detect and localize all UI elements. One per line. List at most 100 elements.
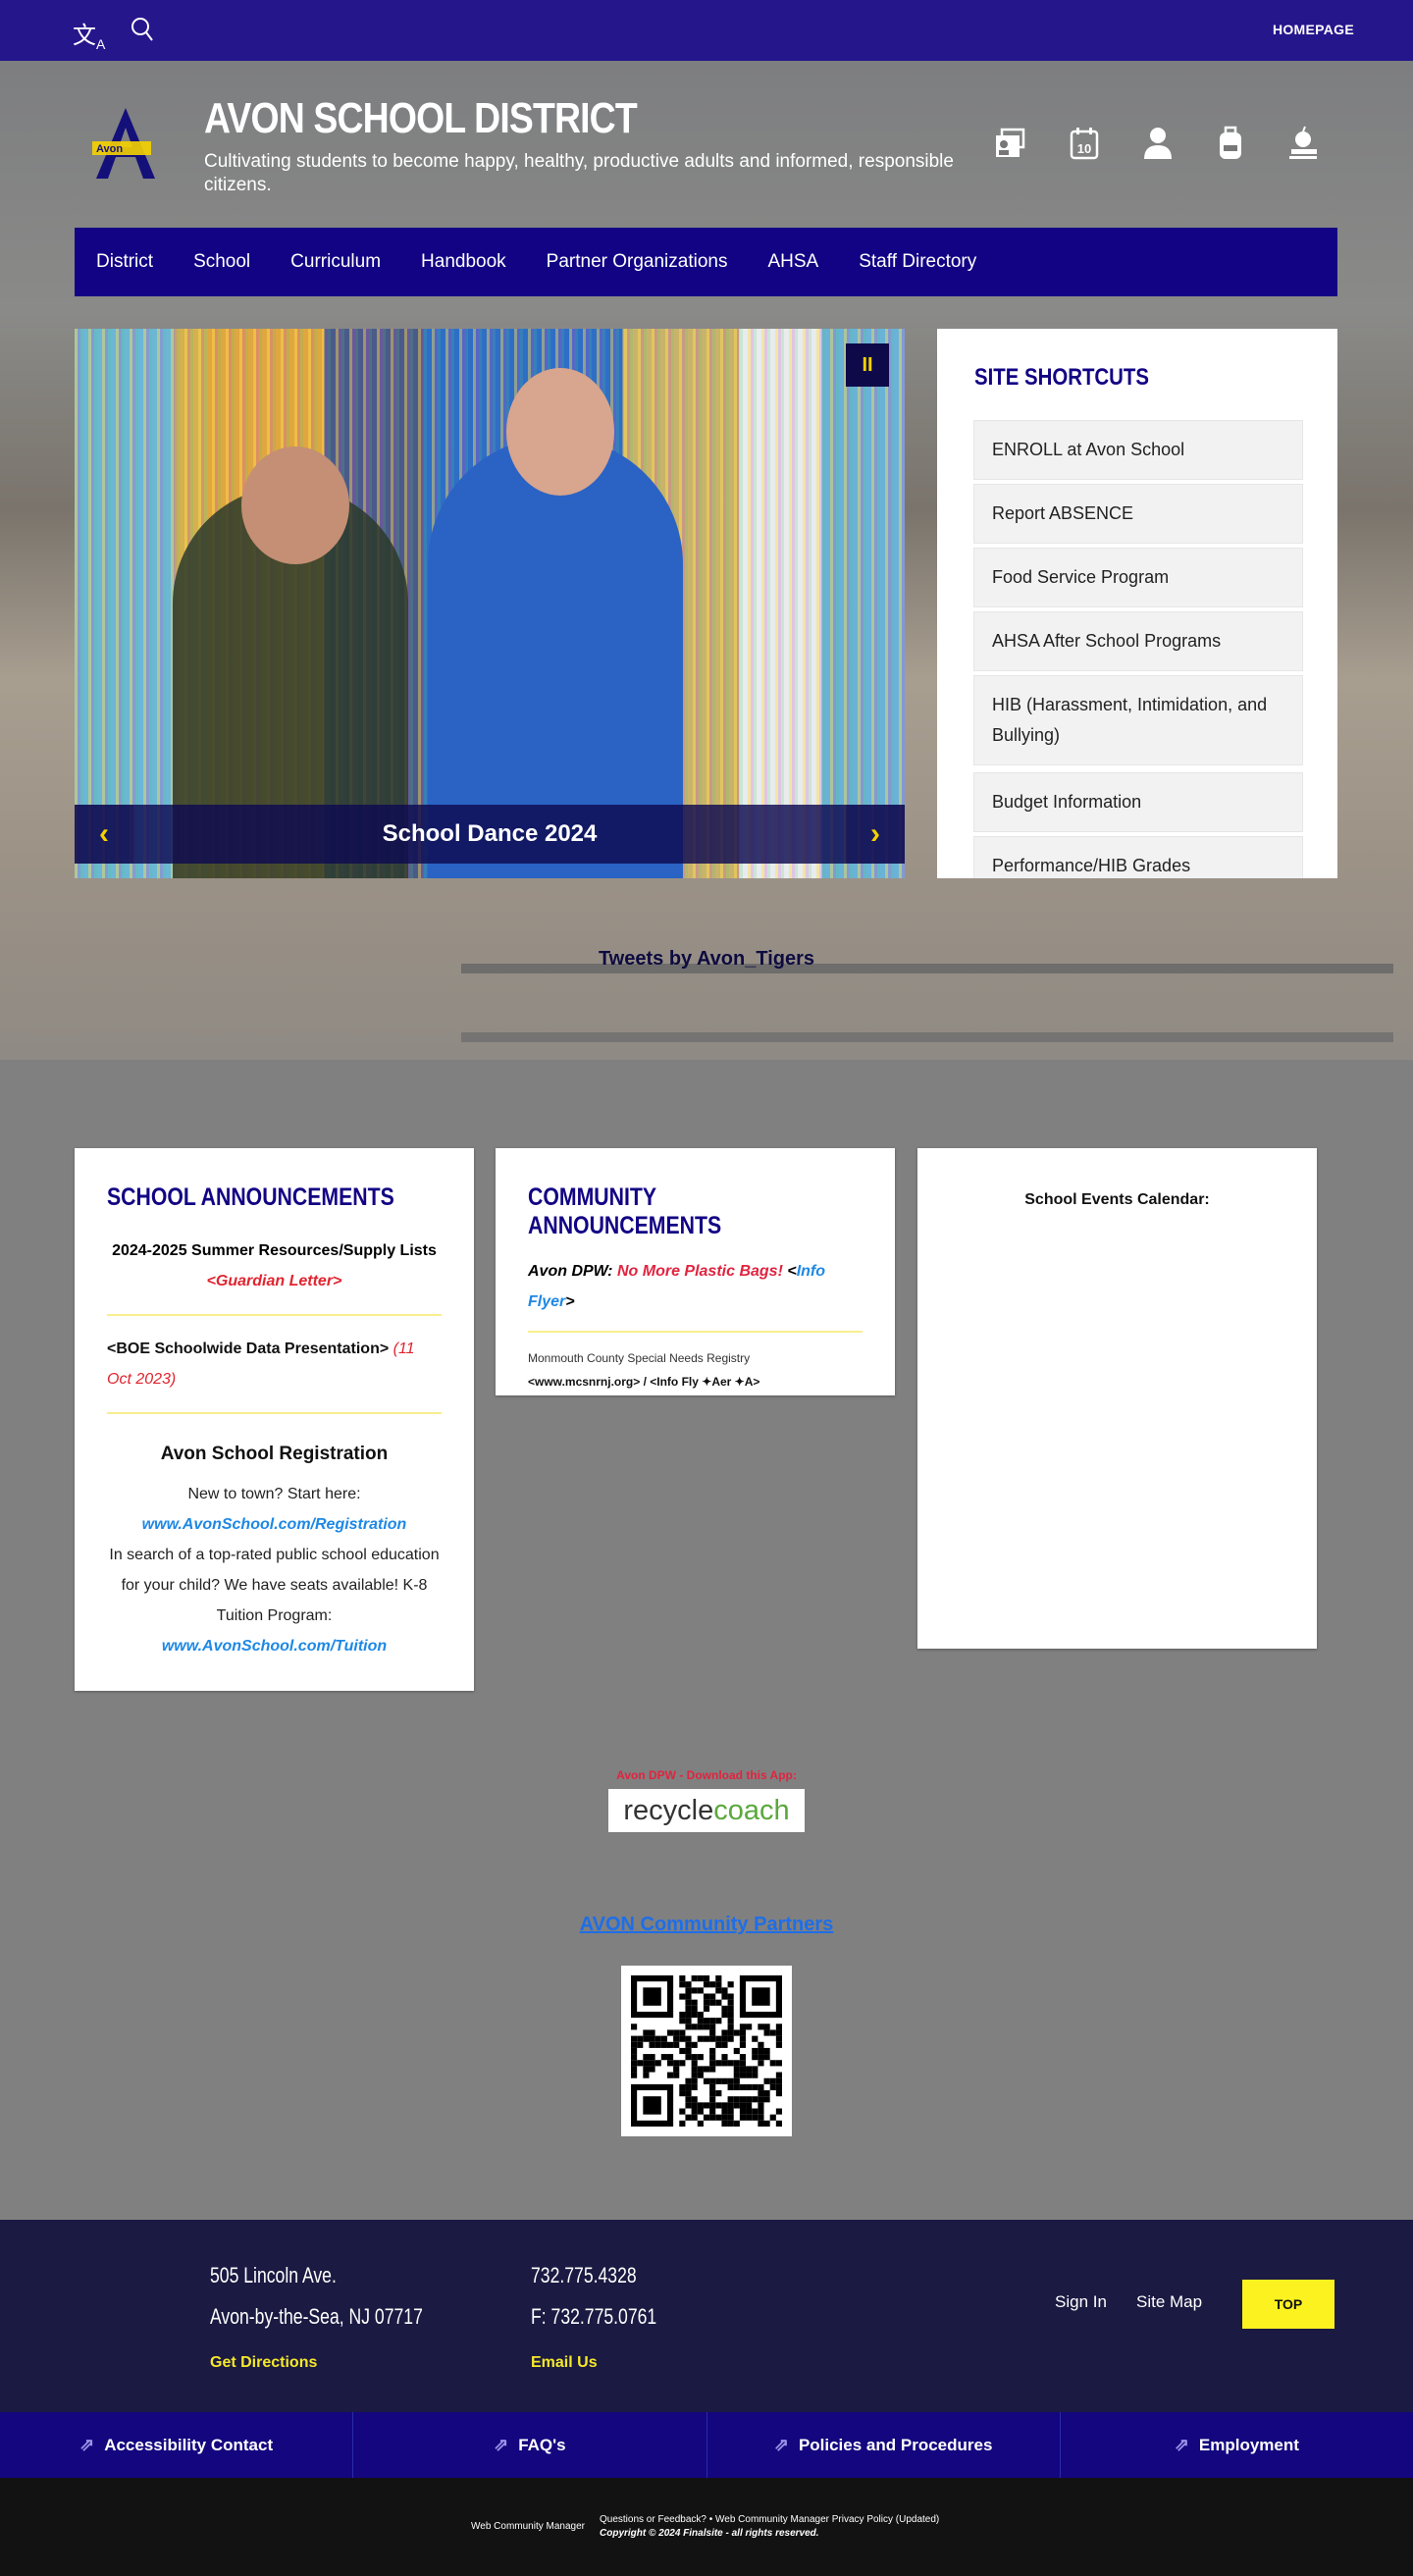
qr-module [739, 2024, 747, 2030]
qr-module [679, 1975, 686, 1982]
external-link-icon: ⇗ [773, 2435, 789, 2454]
tweets-link[interactable]: Tweets by Avon_Tigers [0, 948, 1413, 971]
nav-district[interactable]: District [96, 251, 153, 273]
qr-module [758, 2047, 764, 2055]
qr-code[interactable] [621, 1966, 792, 2136]
qr-module [709, 2077, 716, 2084]
divider [107, 1314, 442, 1316]
qr-module [691, 1975, 698, 1982]
nav-curriculum[interactable]: Curriculum [290, 251, 381, 273]
qr-finder [752, 1987, 770, 2006]
nav-handbook[interactable]: Handbook [421, 251, 506, 273]
qr-module [733, 2072, 740, 2078]
user-icon[interactable] [1140, 126, 1179, 165]
get-directions-link[interactable]: Get Directions [210, 2354, 317, 2372]
shortcut-food-service[interactable]: Food Service Program [973, 548, 1303, 607]
teacher-icon[interactable] [1285, 126, 1325, 165]
qr-module [721, 2060, 728, 2067]
shortcut-absence[interactable]: Report ABSENCE [973, 484, 1303, 544]
dpw-app-label: Avon DPW - Download this App: [616, 1768, 797, 1782]
site-title[interactable]: AVON SCHOOL DISTRICT [204, 94, 638, 143]
email-us-link[interactable]: Email Us [531, 2354, 598, 2372]
qr-module [666, 2060, 674, 2067]
directory-icon[interactable] [993, 126, 1032, 165]
qr-module [709, 2054, 716, 2061]
qr-module [709, 1981, 716, 1988]
qr-module [715, 2060, 722, 2067]
sign-in-link[interactable]: Sign In [1055, 2292, 1107, 2312]
nav-ahsa[interactable]: AHSA [767, 251, 818, 273]
boe-presentation-link[interactable]: <BOE Schoolwide Data Presentation> [107, 1341, 389, 1357]
qr-module [727, 2005, 734, 2012]
shortcut-budget[interactable]: Budget Information [973, 772, 1303, 832]
qr-module [763, 2047, 770, 2055]
qr-module [709, 1999, 716, 2006]
translate-icon[interactable]: 文A [73, 16, 105, 52]
district-logo[interactable]: Avon [86, 106, 165, 184]
qr-module [685, 2047, 692, 2055]
site-map-link[interactable]: Site Map [1136, 2292, 1202, 2312]
qr-module [752, 2066, 759, 2073]
search-icon[interactable] [130, 16, 155, 50]
back-to-top-button[interactable]: TOP [1242, 2280, 1334, 2329]
shortcut-hib[interactable]: HIB (Harassment, Intimidation, and Bully… [973, 675, 1303, 765]
guardian-letter-link[interactable]: <Guardian Letter> [207, 1273, 342, 1289]
qr-module [739, 2060, 747, 2067]
link-label: Accessibility Contact [104, 2435, 274, 2454]
qr-module [715, 1981, 722, 1988]
qr-module [697, 1987, 704, 1994]
qr-module [709, 2029, 716, 2036]
pause-button[interactable]: II [846, 343, 889, 387]
policies-link[interactable]: ⇗ Policies and Procedures [707, 2412, 1061, 2478]
qr-module [775, 2024, 782, 2030]
qr-module [660, 2054, 667, 2061]
registration-link[interactable]: www.AvonSchool.com/Registration [142, 1516, 407, 1533]
accessibility-contact-link[interactable]: ⇗ Accessibility Contact [0, 2412, 354, 2478]
qr-module [727, 1981, 734, 1988]
school-announcements-title: SCHOOL ANNOUNCEMENTS [107, 1183, 394, 1211]
qr-module [721, 2005, 728, 2012]
qr-module [715, 2090, 722, 2097]
qr-module [763, 2090, 770, 2097]
next-slide-button[interactable]: › [846, 805, 905, 864]
backpack-icon[interactable] [1213, 126, 1252, 165]
calendar-icon[interactable]: 10 [1067, 126, 1106, 165]
qr-module [691, 2077, 698, 2084]
prev-slide-button[interactable]: ‹ [75, 805, 133, 864]
tagline: Cultivating students to become happy, he… [204, 151, 954, 195]
nav-staff-directory[interactable]: Staff Directory [859, 251, 976, 273]
wcm-logo[interactable]: Web Community Manager [471, 2521, 585, 2532]
qr-module [727, 2018, 734, 2024]
feedback-link[interactable]: Questions or Feedback? [600, 2514, 706, 2525]
qr-module [733, 2047, 740, 2055]
photo-slider[interactable]: II School Dance 2024 ‹ › [75, 329, 905, 878]
qr-module [727, 2035, 734, 2042]
qr-module [666, 2029, 674, 2036]
external-link-icon: ⇗ [494, 2435, 509, 2454]
nav-school[interactable]: School [193, 251, 250, 273]
qr-module [739, 2102, 747, 2109]
shortcut-ahsa[interactable]: AHSA After School Programs [973, 611, 1303, 671]
qr-module [685, 2077, 692, 2084]
shortcut-enroll[interactable]: ENROLL at Avon School [973, 420, 1303, 480]
qr-module [746, 2072, 753, 2078]
qr-module [709, 1993, 716, 2000]
qr-module [631, 2066, 638, 2073]
community-partners-link[interactable]: AVON Community Partners [0, 1914, 1413, 1936]
employment-link[interactable]: ⇗ Employment [1061, 2412, 1413, 2478]
homepage-link[interactable]: HOMEPAGE [1273, 22, 1354, 37]
qr-module [733, 2060, 740, 2067]
qr-module [691, 1987, 698, 1994]
tuition-link[interactable]: www.AvonSchool.com/Tuition [162, 1638, 387, 1655]
qr-module [739, 2072, 747, 2078]
registry-links[interactable]: <www.mcsnrnj.org> / <Info Fly ✦Aer ✦A> [528, 1375, 759, 1389]
qr-module [685, 1981, 692, 1988]
shortcut-performance[interactable]: Performance/HIB Grades [973, 836, 1303, 878]
faqs-link[interactable]: ⇗ FAQ's [353, 2412, 707, 2478]
qr-module [631, 2060, 638, 2067]
qr-module [758, 2096, 764, 2103]
recycle-coach-logo[interactable]: recycle coach [608, 1789, 805, 1832]
qr-module [679, 2083, 686, 2091]
nav-partner-organizations[interactable]: Partner Organizations [547, 251, 728, 273]
privacy-policy-link[interactable]: Web Community Manager Privacy Policy (Up… [715, 2514, 939, 2525]
